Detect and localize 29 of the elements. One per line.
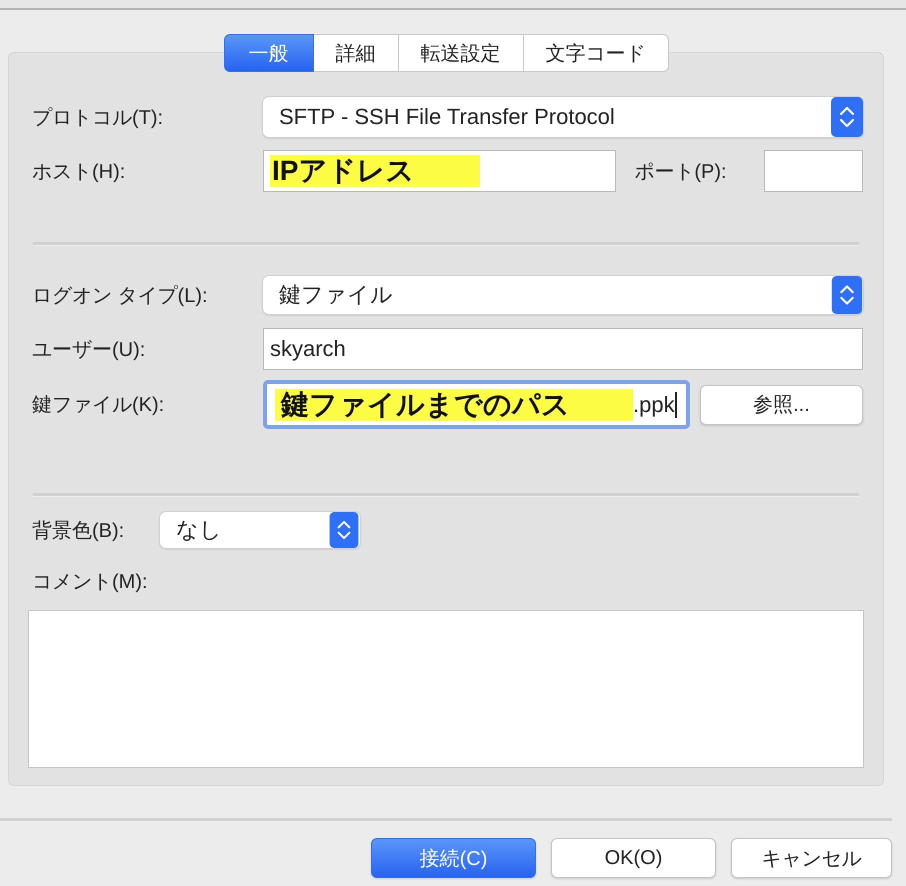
highlight-annotation: 鍵ファイルまでのパス	[275, 388, 633, 420]
tab[interactable]: 文字コード	[524, 34, 668, 72]
field-label: ポート(P):	[634, 160, 728, 184]
stepper-icon	[831, 276, 863, 314]
port-field[interactable]	[764, 150, 863, 192]
logon-type-dropdown[interactable]: 鍵ファイル	[263, 276, 863, 314]
key-file-field[interactable]: 鍵ファイルまでのパス .ppk	[263, 380, 690, 429]
tab[interactable]: 転送設定	[398, 34, 524, 72]
field-label: ホスト(H):	[32, 160, 126, 184]
highlight-annotation: IPアドレス	[270, 155, 480, 187]
dialog-button[interactable]: OK(O)	[551, 838, 716, 878]
background-color-dropdown[interactable]: なし	[160, 512, 360, 548]
field-label: ログオン タイプ(L):	[32, 284, 209, 308]
user-field[interactable]: skyarch	[263, 328, 863, 370]
field-label: 鍵ファイル(K):	[32, 393, 166, 418]
field-label: プロトコル(T):	[32, 106, 164, 130]
field-label: 背景色(B):	[32, 518, 126, 544]
stepper-icon	[831, 97, 863, 137]
browse-button[interactable]: 参照...	[700, 384, 863, 424]
dialog-button[interactable]: キャンセル	[731, 838, 892, 878]
dialog-button[interactable]: 接続(C)	[371, 838, 536, 878]
stepper-icon	[328, 512, 360, 548]
field-label: ユーザー(U):	[32, 338, 146, 362]
tab[interactable]: 一般	[224, 34, 314, 72]
field-label: コメント(M):	[32, 570, 149, 594]
host-field[interactable]: IPアドレス	[263, 150, 616, 192]
comment-field[interactable]	[28, 610, 864, 768]
protocol-dropdown[interactable]: SFTP - SSH File Transfer Protocol	[263, 97, 863, 137]
tab[interactable]: 詳細	[314, 34, 398, 72]
